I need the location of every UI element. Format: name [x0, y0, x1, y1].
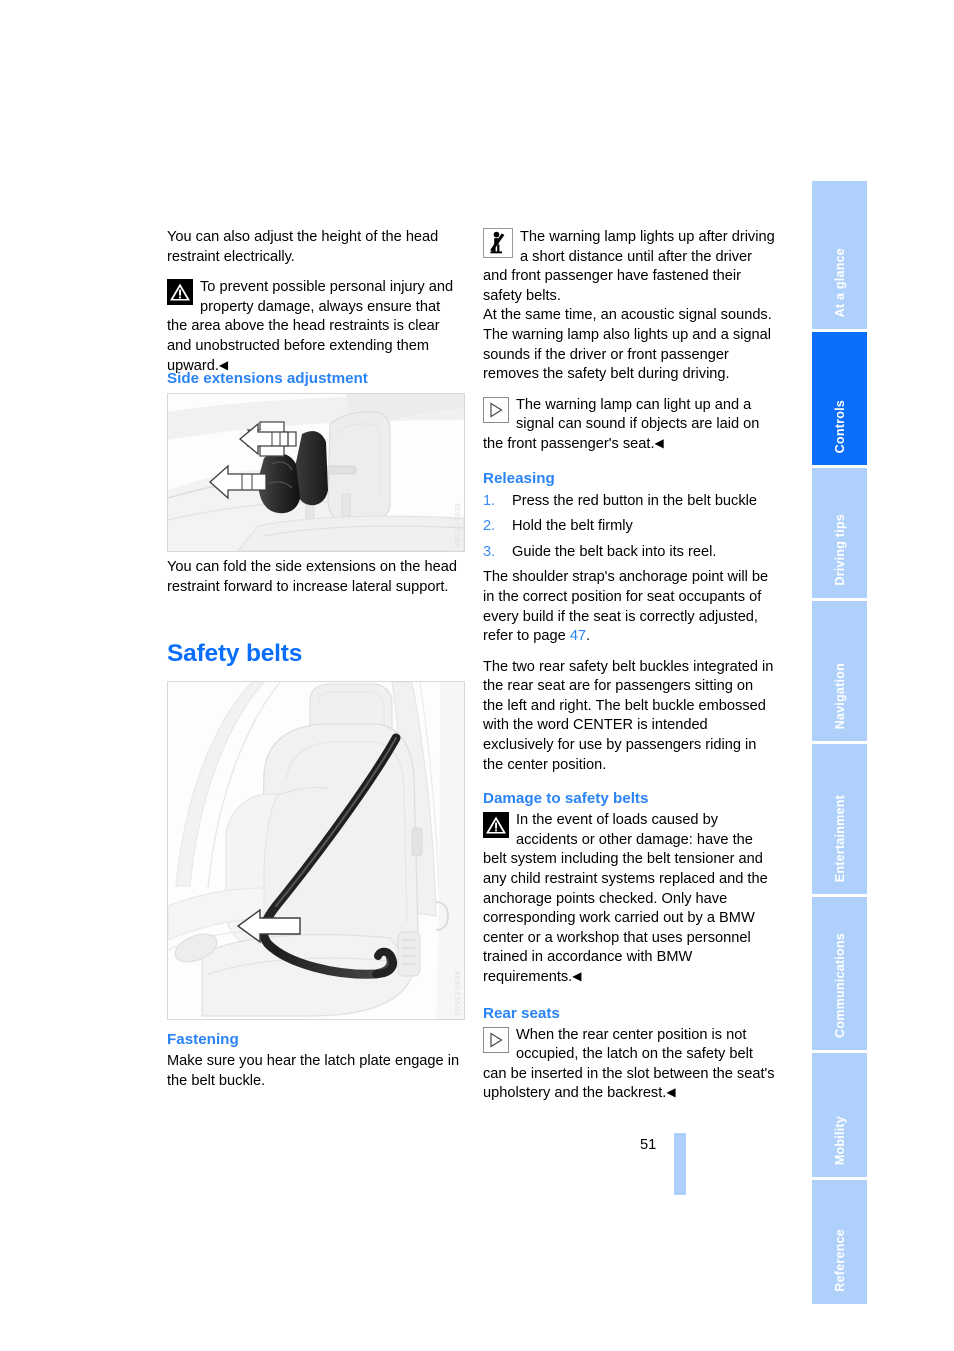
- warning-triangle-icon: [167, 279, 193, 306]
- figure-side-extensions: VRV12-0035: [167, 393, 465, 552]
- figure-code: VRV12-0035: [455, 503, 462, 548]
- note-triangle-icon: [483, 396, 509, 423]
- releasing-steps: 1. Press the red button in the belt buck…: [483, 492, 776, 563]
- figure-safety-belt: VRV12-0049: [167, 681, 465, 1020]
- list-item: 1. Press the red button in the belt buck…: [483, 492, 776, 512]
- left-column: You can also adjust the height of the he…: [167, 228, 460, 376]
- fastening-heading: Fastening: [167, 1031, 239, 1048]
- step-text: Press the red button in the belt buckle: [512, 492, 758, 509]
- step-text: Hold the belt firmly: [512, 518, 633, 535]
- warning-triangle-icon: [483, 812, 509, 839]
- side-extensions-caption-block: You can fold the side extensions on the …: [167, 558, 460, 597]
- end-marker: ◀: [654, 435, 664, 450]
- end-marker: ◀: [572, 969, 582, 983]
- side-extensions-caption: You can fold the side extensions on the …: [167, 559, 457, 595]
- rear-buckles-paragraph: The two rear safety belt buckles integra…: [483, 658, 774, 773]
- end-marker: ◀: [666, 1085, 676, 1100]
- step-number: 2.: [483, 518, 496, 535]
- list-item: 2. Hold the belt firmly: [483, 517, 776, 537]
- tab-label: Reference: [832, 1229, 847, 1292]
- note-triangle-icon: [483, 1026, 509, 1053]
- chapter-tab-rail: At a glance Controls Driving tips Naviga…: [812, 181, 867, 1304]
- rear-seats-heading: Rear seats: [483, 1004, 560, 1022]
- releasing-heading: Releasing: [483, 469, 555, 487]
- fastening-text: Make sure you hear the latch plate engag…: [167, 1053, 460, 1089]
- fastening-block: Make sure you hear the latch plate engag…: [167, 1052, 460, 1091]
- tab-driving-tips[interactable]: Driving tips: [812, 468, 867, 598]
- tab-communications[interactable]: Communications: [812, 897, 867, 1050]
- side-extensions-heading: Side extensions adjustment: [167, 370, 368, 387]
- tab-label: Communications: [832, 933, 847, 1038]
- right-column: The warning lamp lights up after driving…: [483, 228, 776, 1104]
- damage-warning-paragraph: In the event of loads caused by accident…: [483, 811, 776, 987]
- seatbelt-warning-lamp-icon: [483, 228, 513, 258]
- anchorage-paragraph: The shoulder strap's anchorage point wil…: [483, 568, 776, 646]
- page-reference-link[interactable]: 47: [570, 628, 586, 644]
- tab-label: Navigation: [832, 662, 847, 729]
- safety-belt-illustration: [168, 682, 464, 1019]
- head-restraint-warning: To prevent possible personal injury and …: [167, 278, 460, 376]
- warning-text: To prevent possible personal injury and …: [167, 279, 454, 374]
- page-number: 51: [640, 1137, 657, 1153]
- rear-seats-note-paragraph: When the rear center position is not occ…: [483, 1026, 776, 1104]
- note-text: The warning lamp can light up and a sign…: [483, 396, 760, 452]
- warning-lamp-note: The warning lamp can light up and a sign…: [483, 396, 776, 455]
- tab-mobility[interactable]: Mobility: [812, 1053, 867, 1177]
- tab-at-a-glance[interactable]: At a glance: [812, 181, 867, 329]
- anchorage-text-end: .: [586, 628, 591, 645]
- rear-seats-note-text: When the rear center position is not occ…: [483, 1026, 775, 1102]
- acoustic-signal-paragraph: At the same time, an acoustic signal sou…: [483, 307, 772, 383]
- step-number: 1.: [483, 492, 496, 509]
- side-extensions-illustration: [168, 394, 464, 551]
- tab-entertainment[interactable]: Entertainment: [812, 744, 867, 894]
- page-title: Safety belts: [167, 640, 303, 667]
- tab-label: Mobility: [832, 1115, 847, 1165]
- intro-paragraph: You can also adjust the height of the he…: [167, 229, 439, 265]
- tab-controls[interactable]: Controls: [812, 332, 867, 465]
- tab-label: Controls: [832, 399, 847, 453]
- tab-label: Driving tips: [832, 514, 847, 586]
- damage-warning-text: In the event of loads caused by accident…: [483, 812, 768, 985]
- warning-lamp-text: The warning lamp lights up after driving…: [483, 229, 775, 304]
- tab-label: At a glance: [832, 247, 847, 317]
- warning-lamp-paragraph: The warning lamp lights up after driving…: [483, 228, 776, 306]
- step-number: 3.: [483, 543, 496, 560]
- tab-navigation[interactable]: Navigation: [812, 601, 867, 741]
- tab-reference[interactable]: Reference: [812, 1180, 867, 1304]
- step-text: Guide the belt back into its reel.: [512, 543, 717, 560]
- anchorage-text: The shoulder strap's anchorage point wil…: [483, 569, 769, 645]
- damage-heading: Damage to safety belts: [483, 790, 649, 808]
- page-number-bar: [674, 1133, 686, 1195]
- manual-page: You can also adjust the height of the he…: [0, 0, 954, 1351]
- list-item: 3. Guide the belt back into its reel.: [483, 543, 776, 563]
- tab-label: Entertainment: [832, 794, 847, 882]
- figure-code: VRV12-0049: [455, 971, 462, 1016]
